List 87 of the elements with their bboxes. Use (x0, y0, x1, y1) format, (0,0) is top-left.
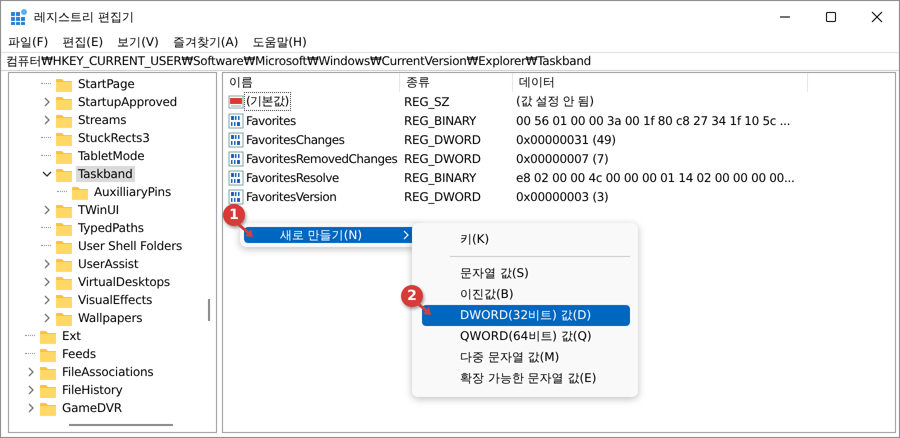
folder-icon (55, 238, 73, 254)
binary-value-icon (228, 132, 244, 148)
value-name[interactable]: FavoritesChanges (245, 132, 346, 146)
folder-icon (55, 76, 73, 92)
step-badge: 1 (223, 204, 245, 226)
folder-icon (55, 166, 73, 182)
menu-item[interactable]: 이진값(B) (422, 284, 630, 305)
tree-item[interactable]: Taskband (76, 166, 134, 182)
table-cell-text: REG_BINARY (403, 170, 478, 184)
tree-item[interactable]: Ext (60, 328, 83, 344)
folder-icon (39, 382, 57, 398)
arrow-icon (237, 223, 255, 239)
value-name[interactable]: (기본값) (245, 93, 290, 110)
binary-value-icon (228, 188, 244, 204)
table-cell-text: 0x00000003 (3) (515, 190, 610, 204)
value-name[interactable]: FavoritesResolve (245, 170, 340, 184)
string-value-icon (228, 94, 244, 110)
tree-item[interactable]: UserAssist (76, 256, 140, 272)
folder-icon (55, 94, 73, 110)
value-name[interactable]: FavoritesVersion (245, 190, 338, 204)
arrow-icon (415, 301, 433, 317)
menu-item[interactable]: 파일(F) (8, 34, 48, 51)
tree-item[interactable]: Wallpapers (76, 310, 144, 326)
window-title: 레지스트리 편집기 (34, 8, 134, 26)
tree-item[interactable]: TWinUI (76, 202, 121, 218)
registry-icon (10, 8, 28, 26)
scrollbar-thumb[interactable] (69, 424, 173, 426)
tree-item[interactable]: FileAssociations (60, 364, 156, 380)
table-cell-text: REG_DWORD (403, 190, 482, 204)
column-header[interactable]: 데이터 (513, 73, 808, 92)
tree-item[interactable]: TabletMode (76, 148, 146, 164)
folder-icon (39, 400, 57, 416)
table-cell-text: REG_BINARY (403, 114, 478, 128)
folder-icon (55, 202, 73, 218)
folder-icon (55, 148, 73, 164)
folder-icon (55, 310, 73, 326)
table-cell-text: REG_SZ (403, 94, 450, 108)
binary-value-icon (228, 150, 244, 166)
folder-icon (55, 274, 73, 290)
tree-item[interactable]: GameDVR (60, 400, 124, 416)
binary-value-icon (228, 112, 244, 128)
menu-item[interactable]: 편집(E) (62, 34, 104, 51)
table-cell-text: e8 02 00 00 4c 00 00 00 01 14 02 00 00 00 00... (515, 170, 796, 184)
menu-item[interactable]: 도움말(H) (252, 34, 307, 51)
tree-item[interactable]: Feeds (60, 346, 98, 362)
binary-value-icon (228, 170, 244, 186)
menu-item[interactable]: 문자열 값(S) (422, 263, 630, 284)
value-name[interactable]: Favorites (245, 114, 297, 128)
folder-icon (71, 184, 89, 200)
folder-icon (55, 256, 73, 272)
scrollbar-thumb[interactable] (208, 299, 210, 321)
table-cell-text: REG_DWORD (403, 132, 482, 146)
close-icon[interactable] (871, 11, 883, 23)
folder-icon (55, 292, 73, 308)
tree-item[interactable]: StartPage (76, 76, 137, 92)
table-cell-text: (값 설정 안 됨) (515, 93, 595, 110)
menu-item[interactable]: DWORD(32비트) 값(D) (422, 305, 630, 326)
table-cell-text: 0x00000031 (49) (515, 132, 617, 146)
tree-item[interactable]: StuckRects3 (76, 130, 152, 146)
menu-item[interactable]: 즐겨찾기(A) (172, 34, 238, 51)
tree-item[interactable]: VirtualDesktops (76, 274, 172, 290)
menu-item[interactable]: 보기(V) (117, 34, 159, 51)
menu-item[interactable]: QWORD(64비트) 값(Q) (422, 326, 630, 347)
tree-item[interactable]: StartupApproved (76, 94, 180, 110)
menu-item[interactable]: 키(K) (422, 229, 630, 250)
tree-item[interactable]: User Shell Folders (76, 238, 184, 254)
table-cell-text: REG_DWORD (403, 152, 482, 166)
menu-item[interactable]: 확장 가능한 문자열 값(E) (422, 368, 630, 389)
folder-icon (39, 364, 57, 380)
folder-icon (55, 220, 73, 236)
table-cell-text: 0x00000007 (7) (515, 152, 610, 166)
maximize-icon[interactable] (825, 11, 837, 23)
menu-item[interactable]: 다중 문자열 값(M) (422, 347, 630, 368)
folder-icon (39, 346, 57, 362)
column-header[interactable]: 이름 (223, 73, 400, 92)
tree-item[interactable]: FileHistory (60, 382, 125, 398)
folder-icon (55, 112, 73, 128)
folder-icon (39, 328, 57, 344)
tree-item[interactable]: AuxilliaryPins (92, 184, 174, 200)
folder-icon (55, 130, 73, 146)
column-header[interactable]: 종류 (400, 73, 513, 92)
table-cell-text: 00 56 01 00 00 3a 00 1f 80 c8 27 34 1f 10 5c ... (515, 114, 792, 128)
tree-item[interactable]: TypedPaths (76, 220, 146, 236)
tree-item[interactable]: Streams (76, 112, 128, 128)
value-name[interactable]: FavoritesRemovedChanges (245, 152, 398, 166)
tree-item[interactable]: VisualEffects (76, 292, 154, 308)
address-field[interactable]: 컴퓨터₩HKEY_CURRENT_USER₩Software₩Microsoft₩Windows₩CurrentVersion₩Explorer₩Taskband (1, 52, 899, 71)
